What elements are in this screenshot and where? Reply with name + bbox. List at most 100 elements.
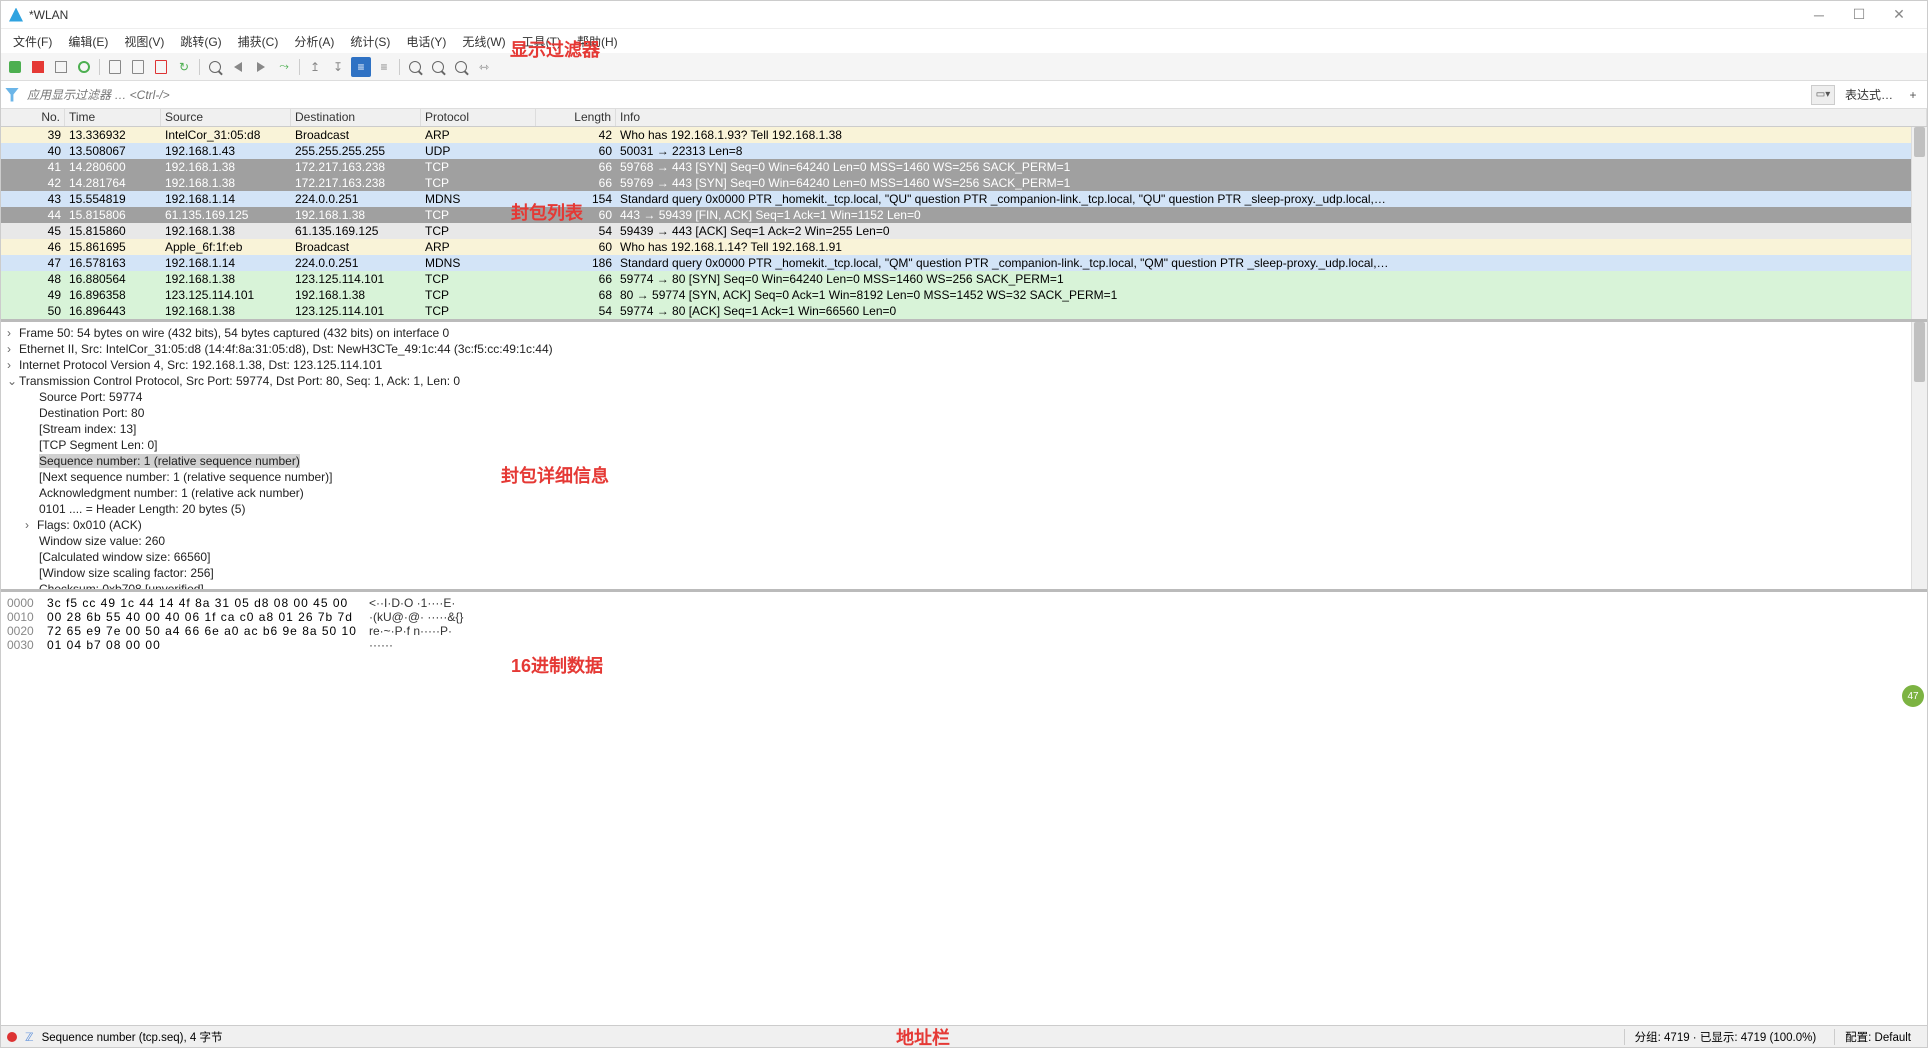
menu-item-7[interactable]: 电话(Y): [398, 31, 454, 52]
col-length[interactable]: Length: [536, 109, 616, 126]
col-time[interactable]: Time: [65, 109, 161, 126]
menu-item-0[interactable]: 文件(F): [5, 31, 60, 52]
col-info[interactable]: Info: [616, 109, 1927, 126]
expression-button[interactable]: 表达式…: [1839, 86, 1899, 103]
toolbar: ↻ ⤳ ↥ ↧ ≡ ≡ ⇿: [1, 53, 1927, 81]
packet-list-header[interactable]: No. Time Source Destination Protocol Len…: [1, 109, 1927, 127]
first-packet-icon[interactable]: ↥: [305, 57, 325, 77]
status-profile[interactable]: 配置: Default: [1834, 1029, 1921, 1045]
back-icon[interactable]: [228, 57, 248, 77]
chevron-right-icon[interactable]: ›: [25, 518, 37, 532]
detail-cwin: [Calculated window size: 66560]: [7, 550, 1921, 566]
detail-eth: Ethernet II, Src: IntelCor_31:05:d8 (14:…: [19, 342, 553, 356]
menu-item-10[interactable]: 帮助(H): [569, 31, 626, 52]
table-row[interactable]: 4716.578163192.168.1.14224.0.0.251MDNS18…: [1, 255, 1927, 271]
detail-tcp: Transmission Control Protocol, Src Port:…: [19, 374, 460, 388]
hex-row[interactable]: 002072 65 e9 7e 00 50 a4 66 6e a0 ac b6 …: [7, 624, 1921, 638]
expert-info-icon[interactable]: [7, 1032, 17, 1042]
table-row[interactable]: 4916.896358123.125.114.101192.168.1.38TC…: [1, 287, 1927, 303]
col-no[interactable]: No.: [1, 109, 65, 126]
find-icon[interactable]: [205, 57, 225, 77]
menubar: 文件(F)编辑(E)视图(V)跳转(G)捕获(C)分析(A)统计(S)电话(Y)…: [1, 29, 1927, 53]
table-row[interactable]: 4615.861695Apple_6f:1f:ebBroadcastARP60W…: [1, 239, 1927, 255]
status-field: Sequence number (tcp.seq), 4 字节: [42, 1029, 223, 1045]
forward-icon[interactable]: [251, 57, 271, 77]
detail-seglen: [TCP Segment Len: 0]: [7, 438, 1921, 454]
close-button[interactable]: ✕: [1879, 1, 1919, 29]
start-capture-icon[interactable]: [28, 57, 48, 77]
table-row[interactable]: 4114.280600192.168.1.38172.217.163.238TC…: [1, 159, 1927, 175]
menu-item-1[interactable]: 编辑(E): [60, 31, 116, 52]
display-filter-input[interactable]: [23, 85, 1807, 105]
menu-item-5[interactable]: 分析(A): [286, 31, 342, 52]
table-row[interactable]: 4315.554819192.168.1.14224.0.0.251MDNS15…: [1, 191, 1927, 207]
hex-row[interactable]: 00003c f5 cc 49 1c 44 14 4f 8a 31 05 d8 …: [7, 596, 1921, 610]
detail-wsf: [Window size scaling factor: 256]: [7, 566, 1921, 582]
wireshark-icon: [9, 8, 23, 22]
chevron-right-icon[interactable]: ›: [7, 326, 19, 340]
detail-dstport: Destination Port: 80: [7, 406, 1921, 422]
hex-row[interactable]: 001000 28 6b 55 40 00 40 06 1f ca c0 a8 …: [7, 610, 1921, 624]
detail-srcport: Source Port: 59774: [7, 390, 1921, 406]
restart-capture-icon[interactable]: [74, 57, 94, 77]
hex-pane[interactable]: 16进制数据 00003c f5 cc 49 1c 44 14 4f 8a 31…: [1, 592, 1927, 1025]
col-dest[interactable]: Destination: [291, 109, 421, 126]
close-file-icon[interactable]: [151, 57, 171, 77]
last-packet-icon[interactable]: ↧: [328, 57, 348, 77]
details-scrollbar[interactable]: [1911, 322, 1927, 589]
col-proto[interactable]: Protocol: [421, 109, 536, 126]
table-row[interactable]: 4515.815860192.168.1.3861.135.169.125TCP…: [1, 223, 1927, 239]
packet-details-pane[interactable]: 封包详细信息 ›Frame 50: 54 bytes on wire (432 …: [1, 322, 1927, 592]
filter-icon[interactable]: [5, 88, 19, 102]
packet-list-scrollbar[interactable]: [1911, 127, 1927, 319]
detail-cksum: Checksum: 0xb708 [unverified]: [7, 582, 1921, 592]
colorize-icon[interactable]: ≡: [374, 57, 394, 77]
titlebar: *WLAN ─ ☐ ✕: [1, 1, 1927, 29]
table-row[interactable]: 5016.896443192.168.1.38123.125.114.101TC…: [1, 303, 1927, 319]
menu-item-4[interactable]: 捕获(C): [230, 31, 287, 52]
stop-capture-icon[interactable]: [51, 57, 71, 77]
chevron-right-icon[interactable]: ›: [7, 342, 19, 356]
table-row[interactable]: 4816.880564192.168.1.38123.125.114.101TC…: [1, 271, 1927, 287]
menu-item-2[interactable]: 视图(V): [116, 31, 172, 52]
table-row[interactable]: 4013.508067192.168.1.43255.255.255.255UD…: [1, 143, 1927, 159]
interfaces-icon[interactable]: [5, 57, 25, 77]
status-packets: 分组: 4719 · 已显示: 4719 (100.0%): [1624, 1029, 1827, 1045]
hex-row[interactable]: 003001 04 b7 08 00 00······: [7, 638, 1921, 652]
add-filter-button[interactable]: +: [1903, 88, 1923, 102]
detail-seq: Sequence number: 1 (relative sequence nu…: [39, 454, 300, 468]
badge-icon: 47: [1902, 685, 1924, 707]
annotation-hex: 16进制数据: [511, 652, 603, 678]
chevron-right-icon[interactable]: ›: [7, 358, 19, 372]
zoom-reset-icon[interactable]: [451, 57, 471, 77]
menu-item-6[interactable]: 统计(S): [342, 31, 398, 52]
save-file-icon[interactable]: [128, 57, 148, 77]
chevron-down-icon[interactable]: ⌄: [7, 374, 19, 388]
statusbar: ℤ Sequence number (tcp.seq), 4 字节 地址栏 分组…: [1, 1025, 1927, 1047]
open-file-icon[interactable]: [105, 57, 125, 77]
menu-item-3[interactable]: 跳转(G): [172, 31, 229, 52]
table-row[interactable]: 4415.81580661.135.169.125192.168.1.38TCP…: [1, 207, 1927, 223]
packet-list-body[interactable]: 3913.336932IntelCor_31:05:d8BroadcastARP…: [1, 127, 1927, 319]
capture-icon[interactable]: ℤ: [25, 1030, 34, 1044]
goto-icon[interactable]: ⤳: [274, 57, 294, 77]
col-source[interactable]: Source: [161, 109, 291, 126]
menu-item-8[interactable]: 无线(W): [454, 31, 513, 52]
maximize-button[interactable]: ☐: [1839, 1, 1879, 29]
table-row[interactable]: 3913.336932IntelCor_31:05:d8BroadcastARP…: [1, 127, 1927, 143]
minimize-button[interactable]: ─: [1799, 1, 1839, 29]
auto-scroll-icon[interactable]: ≡: [351, 57, 371, 77]
zoom-out-icon[interactable]: [428, 57, 448, 77]
detail-nextseq: [Next sequence number: 1 (relative seque…: [7, 470, 1921, 486]
filter-bookmark-icon[interactable]: ▭▾: [1811, 85, 1835, 105]
reload-icon[interactable]: ↻: [174, 57, 194, 77]
resize-columns-icon[interactable]: ⇿: [474, 57, 494, 77]
detail-hlen: 0101 .... = Header Length: 20 bytes (5): [7, 502, 1921, 518]
detail-ip: Internet Protocol Version 4, Src: 192.16…: [19, 358, 382, 372]
detail-win: Window size value: 260: [7, 534, 1921, 550]
detail-flags: Flags: 0x010 (ACK): [37, 518, 142, 532]
menu-item-9[interactable]: 工具(T): [514, 31, 569, 52]
table-row[interactable]: 4214.281764192.168.1.38172.217.163.238TC…: [1, 175, 1927, 191]
packet-list-pane: 封包列表 No. Time Source Destination Protoco…: [1, 109, 1927, 322]
zoom-in-icon[interactable]: [405, 57, 425, 77]
